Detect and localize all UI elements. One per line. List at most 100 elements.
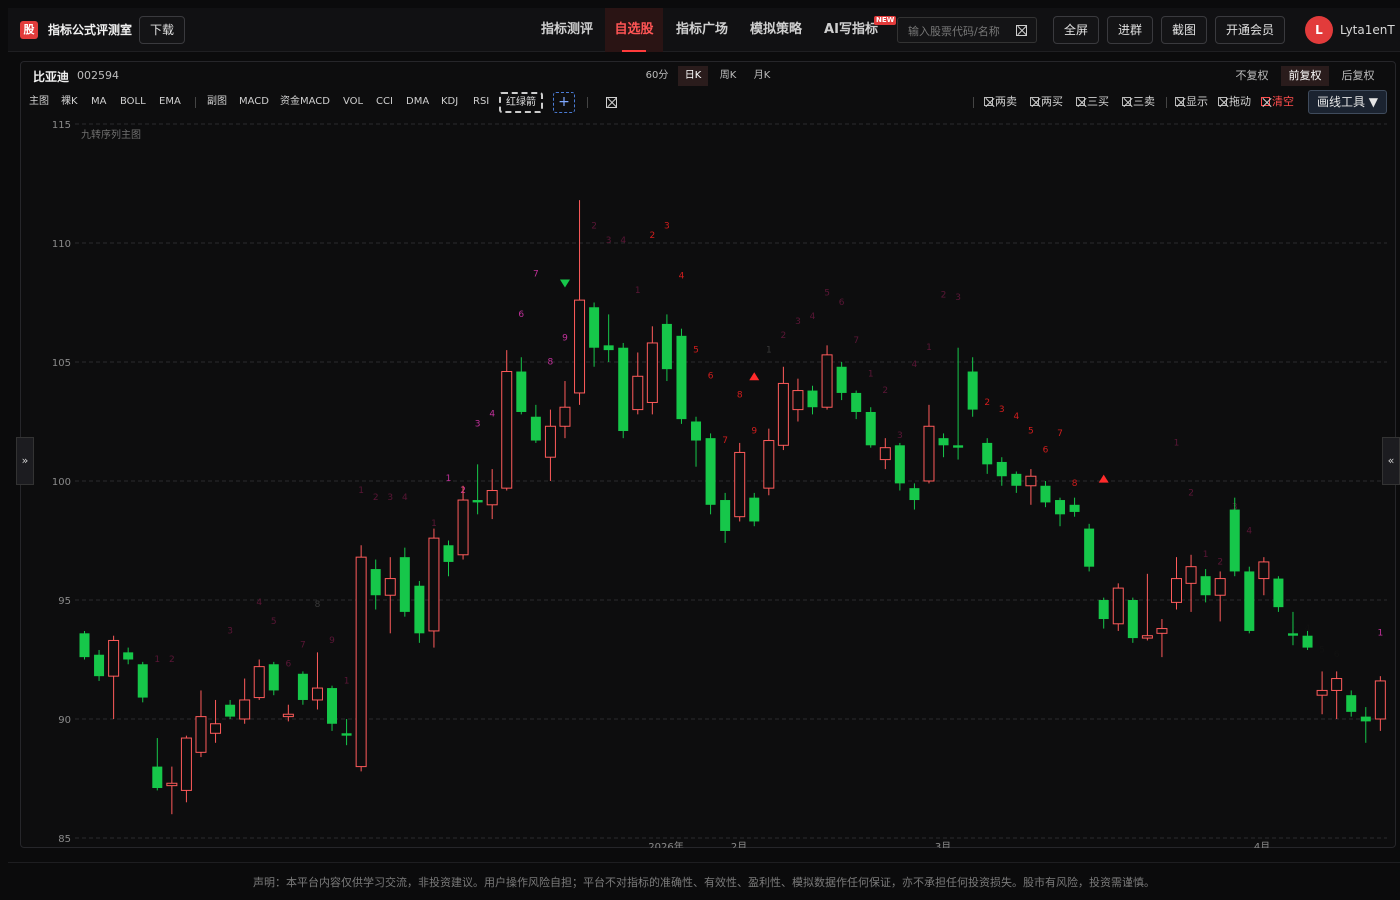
tool-boll[interactable]: BOLL <box>120 95 146 109</box>
x-tick-label: 2026年 <box>648 840 683 848</box>
close-indicator-icon[interactable] <box>606 97 617 108</box>
toggle-three-sell[interactable]: 三卖 <box>1122 95 1155 109</box>
clear-drawings[interactable]: 清空 <box>1261 95 1294 109</box>
period-60min[interactable]: 60分 <box>643 66 671 86</box>
toggle-two-buy[interactable]: 两买 <box>1030 95 1063 109</box>
overlay-label: 九转序列主图 <box>81 128 141 141</box>
right-collapse-tab[interactable]: « <box>1382 437 1400 485</box>
tool-ma[interactable]: MA <box>91 95 106 109</box>
x-tick-label: 2月 <box>731 841 747 848</box>
candle <box>691 416 702 467</box>
candle <box>443 540 454 577</box>
tool-dma[interactable]: DMA <box>406 95 429 109</box>
sequence-number: 3 <box>955 293 961 303</box>
sequence-number: 2 <box>1217 557 1223 567</box>
tool-macd[interactable]: MACD <box>239 95 269 109</box>
candle <box>1112 583 1124 631</box>
tool-vol[interactable]: VOL <box>343 95 363 109</box>
adjust-forward[interactable]: 前复权 <box>1281 66 1329 86</box>
username[interactable]: Lyta1enT <box>1340 23 1395 37</box>
brand-title: 指标公式评测室 <box>48 23 133 37</box>
period-weekly[interactable]: 周K <box>714 66 742 86</box>
candle <box>327 685 338 731</box>
sequence-number: 8 <box>1072 479 1078 489</box>
sub-chart-label: 副图 <box>207 96 227 107</box>
tool-red-green-arrow[interactable]: 红绿箭 <box>499 92 543 113</box>
candle-body <box>355 556 367 768</box>
candle <box>589 302 600 367</box>
candle-body <box>1112 587 1124 625</box>
toolbar-divider <box>587 97 588 108</box>
candle-body <box>1156 628 1168 634</box>
candle-body <box>1127 600 1138 639</box>
membership-button[interactable]: 开通会员 <box>1215 16 1285 44</box>
search-clear-icon[interactable] <box>1016 25 1027 36</box>
candle <box>894 442 905 491</box>
period-monthly[interactable]: 月K <box>748 66 776 86</box>
period-daily[interactable]: 日K <box>678 66 708 86</box>
adjust-backward[interactable]: 后复权 <box>1337 66 1379 86</box>
tool-fund-macd[interactable]: 资金MACD <box>280 95 330 109</box>
candle <box>1185 554 1197 612</box>
checkbox-icon <box>1076 97 1085 106</box>
nav-watchlist[interactable]: 自选股 <box>605 8 663 52</box>
candle <box>1098 597 1109 629</box>
toggle-three-buy[interactable]: 三买 <box>1076 95 1109 109</box>
left-collapse-tab[interactable]: » <box>16 437 34 485</box>
nav-sim-strategy[interactable]: 模拟策略 <box>742 8 810 52</box>
candle-body <box>1302 635 1313 648</box>
sequence-number: 5 <box>1028 426 1034 436</box>
screenshot-button[interactable]: 截图 <box>1161 16 1207 44</box>
adjust-none[interactable]: 不复权 <box>1231 66 1273 86</box>
checkbox-icon <box>1030 97 1039 106</box>
app-logo: 股 <box>20 21 38 39</box>
candle <box>152 738 163 791</box>
user-avatar[interactable]: L <box>1305 16 1333 44</box>
candle <box>836 362 847 401</box>
tool-cci[interactable]: CCI <box>376 95 393 109</box>
download-button[interactable]: 下载 <box>139 16 185 44</box>
nav-ai-indicator[interactable]: AI写指标 <box>816 8 886 52</box>
sequence-number: 5 <box>824 288 830 298</box>
candle-body <box>152 766 163 789</box>
sequence-number: 2 <box>984 398 990 408</box>
tool-rsi[interactable]: RSI <box>473 95 489 109</box>
sequence-number: 5 <box>271 617 277 627</box>
candle <box>414 580 425 643</box>
tool-naked-k[interactable]: 裸K <box>61 95 78 109</box>
search-input[interactable]: 输入股票代码/名称 <box>908 23 1000 39</box>
nav-indicator-review[interactable]: 指标测评 <box>532 8 602 52</box>
candle-body <box>399 557 410 612</box>
toggle-show[interactable]: 显示 <box>1175 95 1208 109</box>
candle-body <box>894 445 905 484</box>
toggle-drag[interactable]: 拖动 <box>1218 95 1251 109</box>
candlestick-chart[interactable]: 859095100105110115 九转序列主图 1 23456789112 3 4… <box>21 118 1395 848</box>
candle <box>282 704 294 722</box>
tool-kdj[interactable]: KDJ <box>441 95 458 109</box>
candle-body <box>225 704 236 717</box>
sequence-number: 5 <box>1319 645 1325 655</box>
candle-body <box>530 416 541 441</box>
candle-body <box>1040 485 1051 503</box>
candle <box>501 350 513 491</box>
tool-ema[interactable]: EMA <box>159 95 181 109</box>
candle-body <box>763 440 775 489</box>
stock-search[interactable]: 输入股票代码/名称 <box>897 17 1037 43</box>
add-indicator-button[interactable]: + <box>553 92 575 113</box>
x-tick-label: 3月 <box>935 841 951 848</box>
fullscreen-button[interactable]: 全屏 <box>1053 16 1099 44</box>
draw-tools-dropdown[interactable]: 画线工具 ▼ <box>1308 90 1387 114</box>
sequence-number: 3 <box>475 419 481 429</box>
sequence-number: 6 <box>708 372 714 382</box>
candle <box>239 678 251 724</box>
candle-body <box>297 673 308 700</box>
join-group-button[interactable]: 进群 <box>1107 16 1153 44</box>
nav-indicator-square[interactable]: 指标广场 <box>668 8 736 52</box>
y-tick-label: 95 <box>58 596 71 607</box>
candle-body <box>123 652 134 660</box>
toggle-two-sell[interactable]: 两卖 <box>984 95 1017 109</box>
candle <box>1360 707 1371 743</box>
candle-body <box>720 500 731 531</box>
candle-body <box>1316 689 1328 696</box>
sequence-number: 1 <box>868 369 874 379</box>
